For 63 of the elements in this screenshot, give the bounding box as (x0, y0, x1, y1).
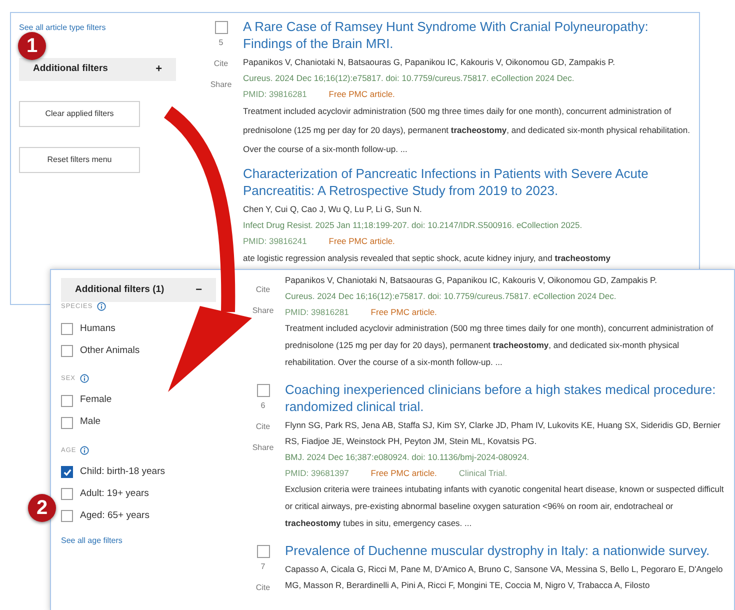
article-tag-text: Free PMC article. (328, 235, 395, 248)
article-tag-text: Free PMC article. (328, 88, 395, 101)
authors-text: Flynn SG, Park RS, Jena AB, Staffa SJ, Kim SY, Clarke JD, Pham IV, Lukovits KE, Huang SX, Sideridis GD, Bernier RS, Fiadjoe JE, Weinstock PH, Peyton JM, Stein ML, Kovatsis PG. (285, 419, 722, 448)
result-number: 6 (260, 400, 266, 412)
info-icon[interactable] (96, 302, 106, 312)
action-link[interactable]: Cite (256, 582, 270, 594)
action-link[interactable]: Share (252, 442, 274, 454)
article-title-link[interactable]: Prevalence of Duchenne muscular dystrophy in Italy: a nationwide survey. (285, 542, 725, 559)
snippet-text: Treatment included acyclovir administration (500 mg three times daily for one month), concurrent administration of prednisolone (125 mg per day for 20 days), permanent tracheostomy, and dedicated six-month physical rehabilitation. Over the course of a six-month follow-up. ... (285, 322, 714, 369)
action-link[interactable]: Cite (256, 284, 270, 296)
authors-text: Chen Y, Cui Q, Cao J, Wu Q, Lu P, Li G, Sun N. (243, 203, 423, 216)
authors-text: Papanikos V, Chaniotaki N, Batsaouras G, Papanikou IC, Kakouris V, Oikonomou GD, Zampakis P. (243, 56, 616, 69)
action-link[interactable]: Share (210, 79, 232, 91)
checkbox[interactable] (256, 384, 270, 397)
action-link[interactable]: Cite (214, 58, 228, 70)
filters-toggle[interactable]: Additional filters + (19, 58, 176, 81)
article-title-link[interactable]: Coaching inexperienced clinicians before a high stakes medical procedure: randomized clinical trial. (285, 381, 725, 415)
result-number: 7 (260, 561, 266, 573)
filter-button[interactable]: Reset filters menu (19, 147, 140, 173)
info-icon[interactable] (80, 446, 90, 455)
authors-text: Papanikos V, Chaniotaki N, Batsaouras G, Papanikou IC, Kakouris V, Oikonomou GD, Zampakis P. (285, 274, 658, 287)
filters-toggle[interactable]: Additional filters (1) − (61, 278, 216, 302)
checkbox[interactable] (61, 510, 73, 522)
citation-text: BMJ. 2024 Dec 16;387:e080924. doi: 10.1136/bmj-2024-080924. (285, 451, 530, 464)
citation-text: Cureus. 2024 Dec 16;16(12):e75817. doi: 10.7759/cureus.75817. eCollection 2024 Dec. (285, 290, 618, 303)
option-label: Female (80, 393, 112, 408)
action-link[interactable]: Cite (256, 421, 270, 433)
checkbox[interactable] (256, 545, 270, 558)
option-label: Other Animals (80, 344, 140, 358)
article-tag-text: Clinical Trial. (458, 467, 508, 480)
option-label: Male (80, 415, 101, 430)
pmid-text: PMID: 39816281 (243, 88, 307, 101)
pmid-text: PMID: 39816281 (285, 306, 349, 319)
article-title-link[interactable]: A Rare Case of Ramsey Hunt Syndrome With Cranial Polyneuropathy: Findings of the Brain MRI. (243, 18, 683, 52)
pmid-text: PMID: 39816241 (243, 235, 307, 248)
option-label: Child: birth-18 years (80, 465, 166, 480)
filter-button[interactable]: Clear applied filters (19, 101, 140, 127)
snippet-text: Treatment included acyclovir administration (500 mg three times daily for one month), concurrent administration of prednisolone (125 mg per day for 20 days), permanent tracheostomy, and dedicated six-month physical rehabilitation. Over the course of a six-month follow-up. ... (243, 105, 691, 156)
filter-link[interactable]: See all article type filters (19, 22, 106, 34)
option-label: Humans (80, 322, 116, 336)
checkbox[interactable] (61, 416, 73, 428)
result-number: 5 (218, 37, 224, 49)
snippet-text: ate logistic regression analysis revealed that septic shock, acute kidney injury, and tracheostomy (243, 252, 612, 265)
filter-link[interactable]: See all age filters (61, 535, 122, 548)
checkbox[interactable] (61, 344, 73, 357)
action-link[interactable]: Share (252, 305, 274, 317)
citation-text: Infect Drug Resist. 2025 Jan 11;18:199-207. doi: 10.2147/IDR.S500916. eCollection 2025. (243, 219, 584, 232)
option-label: Aged: 65+ years (80, 509, 150, 524)
checkbox[interactable] (61, 394, 73, 406)
article-title-link[interactable]: Characterization of Pancreatic Infections in Patients with Severe Acute Pancreatitis: A Retrospective Study from 2019 to 2023. (243, 165, 683, 199)
option-label: Adult: 19+ years (80, 487, 149, 502)
checkbox[interactable] (61, 322, 73, 335)
checkbox[interactable] (214, 21, 228, 34)
authors-text: Capasso A, Cicala G, Ricci M, Pane M, D'Amico A, Bruno C, Sansone VA, Messina S, Bello L, Pegoraro E, D'Angelo MG, Masson R, Berardinelli A, Pini A, Ricci F, Mongini TE, Coccia M, Nigro V, Trabacca A, Filosto (285, 563, 724, 592)
citation-text: Cureus. 2024 Dec 16;16(12):e75817. doi: 10.7759/cureus.75817. eCollection 2024 Dec. (243, 72, 576, 85)
pmid-text: PMID: 39681397 (285, 467, 349, 480)
article-tag-text: Free PMC article. (370, 306, 437, 319)
info-icon[interactable] (80, 374, 89, 384)
checkbox[interactable] (61, 488, 73, 500)
article-tag-text: Free PMC article. (370, 467, 437, 480)
checkbox[interactable] (61, 466, 73, 478)
snippet-text: Exclusion criteria were trainees intubating infants with cyanotic congenital heart disease, known or suspected difficult or critical airways, pre-existing abnormal baseline oxygen saturation <96% on room air, endotracheal or tracheostomy tubes in situ, emergency cases. ... (285, 483, 725, 530)
step-marker: 2 (28, 494, 56, 522)
